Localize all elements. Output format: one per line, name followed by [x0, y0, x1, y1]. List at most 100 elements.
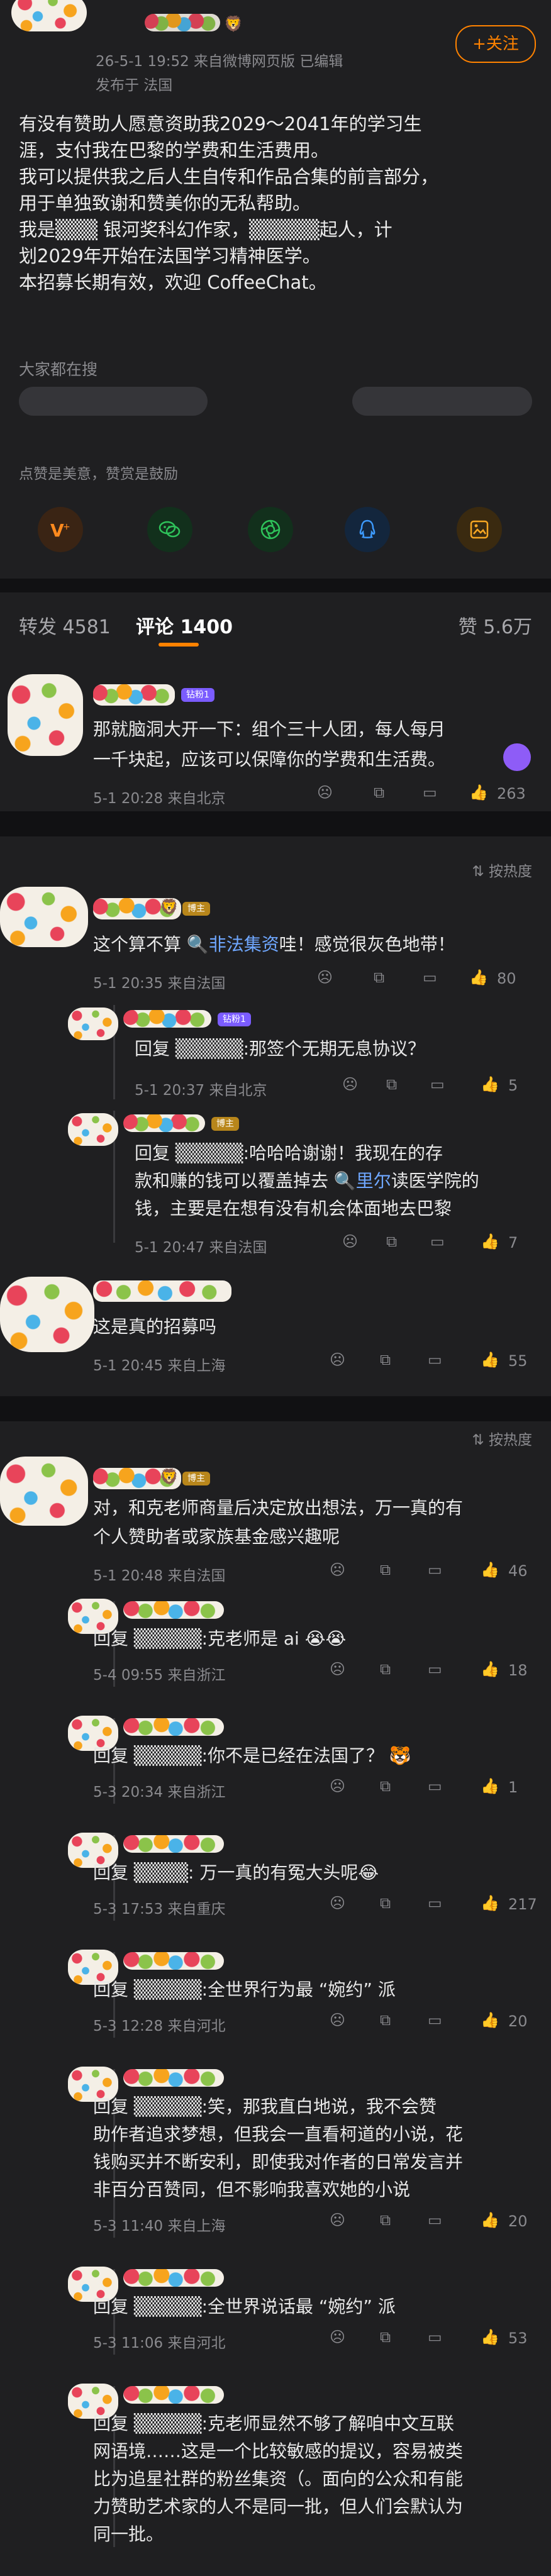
dislike-icon[interactable]: ☹ — [330, 2011, 345, 2029]
sticker-icon — [503, 743, 531, 771]
reply-meta: 5-3 20:34 来自浙江 — [93, 1784, 226, 1801]
reply-meta: 5-3 11:06 来自河北 — [93, 2335, 226, 2351]
like-icon[interactable]: 👍 — [481, 1233, 499, 1250]
share-icon[interactable]: ⧉ — [380, 1660, 391, 1678]
share-icon[interactable]: ⧉ — [386, 1233, 397, 1250]
like-icon[interactable]: 👍 — [481, 1660, 499, 1678]
reply-icon[interactable]: ▭ — [428, 1351, 442, 1368]
dislike-icon[interactable]: ☹ — [330, 2328, 345, 2346]
dislike-icon[interactable]: ☹ — [330, 1777, 345, 1795]
comment-item: 钻粉1 那就脑洞大开一下：组个三十人团，每人每月 一千块起，应该可以保障你的学费… — [0, 663, 551, 811]
reply-text-line: 力赞助艺术家的人不是同一批，但人们会默认为 — [93, 2496, 464, 2517]
replier-avatar[interactable] — [68, 1113, 118, 1146]
like-icon[interactable]: 👍 — [481, 2328, 499, 2346]
replier-name[interactable] — [123, 1718, 224, 1736]
like-icon[interactable]: 👍 — [481, 1777, 499, 1795]
dislike-icon[interactable]: ☹ — [330, 2211, 345, 2229]
reply-icon[interactable]: ▭ — [428, 1777, 442, 1795]
dislike-icon[interactable]: ☹ — [342, 1233, 358, 1250]
place-search-link[interactable]: 🔍里尔 — [334, 1170, 391, 1191]
dislike-icon[interactable]: ☹ — [317, 784, 333, 801]
like-icon[interactable]: 👍 — [481, 2011, 499, 2029]
follow-button[interactable]: +关注 — [455, 25, 536, 63]
reply-icon[interactable]: ▭ — [428, 2328, 442, 2346]
comment-meta: 5-1 20:48 来自法国 — [93, 1568, 226, 1584]
commenter-avatar[interactable] — [8, 674, 83, 756]
reply-icon[interactable]: ▭ — [428, 2211, 442, 2229]
dislike-icon[interactable]: ☹ — [330, 1561, 345, 1579]
tab-repost[interactable]: 转发 4581 — [19, 611, 111, 639]
tab-likes[interactable]: 赞 5.6万 — [459, 611, 532, 639]
section-divider — [0, 811, 551, 836]
share-wechat-button[interactable] — [147, 507, 192, 552]
share-icon[interactable]: ⧉ — [380, 1351, 391, 1368]
dislike-icon[interactable]: ☹ — [330, 1894, 345, 1912]
reply-text-line: 同一批。 — [93, 2524, 164, 2545]
like-count: 1 — [508, 1779, 518, 1796]
comment-meta: 5-1 20:35 来自法国 — [93, 975, 226, 992]
hashtag-search-link[interactable]: 🔍非法集资 — [187, 934, 279, 955]
author-avatar[interactable] — [11, 0, 87, 31]
reply-text-line: 非百分百赞同，但不影响我喜欢她的小说 — [93, 2179, 411, 2200]
save-image-button[interactable] — [457, 507, 502, 552]
like-count: 18 — [508, 1662, 528, 1679]
like-icon[interactable]: 👍 — [469, 784, 488, 801]
dislike-icon[interactable]: ☹ — [330, 1351, 345, 1368]
replier-name[interactable] — [123, 1835, 224, 1853]
like-icon[interactable]: 👍 — [481, 1075, 499, 1093]
reply-icon[interactable]: ▭ — [428, 2011, 442, 2029]
share-icon[interactable]: ⧉ — [374, 784, 384, 801]
like-icon[interactable]: 👍 — [481, 1561, 499, 1579]
dislike-icon[interactable]: ☹ — [342, 1075, 358, 1093]
replier-name[interactable] — [123, 2069, 224, 2087]
share-icon[interactable]: ⧉ — [380, 2011, 391, 2029]
reply-icon[interactable]: ▭ — [428, 1660, 442, 1678]
commenter-avatar[interactable] — [0, 887, 88, 947]
replier-name[interactable] — [123, 1114, 205, 1132]
replier-name[interactable] — [123, 2386, 224, 2404]
dislike-icon[interactable]: ☹ — [317, 969, 333, 986]
sort-by-hot-button[interactable]: ⇅ 按热度 — [472, 1428, 532, 1449]
commenter-avatar[interactable] — [0, 1457, 88, 1526]
svg-text:V: V — [50, 520, 64, 541]
replier-avatar[interactable] — [68, 1008, 118, 1040]
share-icon[interactable]: ⧉ — [380, 2211, 391, 2229]
share-icon[interactable]: ⧉ — [380, 1894, 391, 1912]
author-name[interactable] — [145, 14, 220, 31]
reward-v-icon: V+ — [50, 520, 70, 541]
trending-search-item[interactable] — [352, 387, 532, 416]
replier-name[interactable] — [123, 2269, 224, 2287]
reply-icon[interactable]: ▭ — [423, 784, 437, 801]
share-icon[interactable]: ⧉ — [380, 1561, 391, 1579]
share-icon[interactable]: ⧉ — [380, 1777, 391, 1795]
commenter-name[interactable] — [93, 684, 175, 706]
like-icon[interactable]: 👍 — [481, 2211, 499, 2229]
reply-icon[interactable]: ▭ — [430, 1233, 445, 1250]
like-count: 53 — [508, 2329, 528, 2347]
replier-name[interactable] — [123, 1601, 224, 1619]
replier-name[interactable] — [123, 1952, 224, 1970]
share-icon[interactable]: ⧉ — [386, 1075, 397, 1093]
like-count: 80 — [497, 970, 516, 987]
reply-icon[interactable]: ▭ — [430, 1075, 445, 1093]
commenter-avatar[interactable] — [0, 1277, 94, 1352]
share-icon[interactable]: ⧉ — [374, 969, 384, 986]
share-icon[interactable]: ⧉ — [380, 2328, 391, 2346]
dislike-icon[interactable]: ☹ — [330, 1660, 345, 1678]
trending-search-item[interactable] — [19, 387, 208, 416]
like-icon[interactable]: 👍 — [481, 1351, 499, 1368]
reply-icon[interactable]: ▭ — [428, 1561, 442, 1579]
post-text-line: 我可以提供我之后人生自传和作品合集的前言部分， — [19, 166, 439, 187]
like-icon[interactable]: 👍 — [481, 1894, 499, 1912]
reply-icon[interactable]: ▭ — [423, 969, 437, 986]
like-count: 20 — [508, 2012, 528, 2030]
share-moments-button[interactable] — [248, 507, 293, 552]
sort-by-hot-button[interactable]: ⇅ 按热度 — [472, 859, 532, 880]
like-icon[interactable]: 👍 — [469, 969, 488, 986]
commenter-name[interactable] — [93, 1280, 231, 1302]
replier-name[interactable] — [123, 1010, 211, 1028]
tab-comments[interactable]: 评论 1400 — [136, 611, 233, 639]
reply-icon[interactable]: ▭ — [428, 1894, 442, 1912]
reward-button[interactable]: V + — [38, 507, 83, 552]
share-qq-button[interactable] — [345, 507, 390, 552]
